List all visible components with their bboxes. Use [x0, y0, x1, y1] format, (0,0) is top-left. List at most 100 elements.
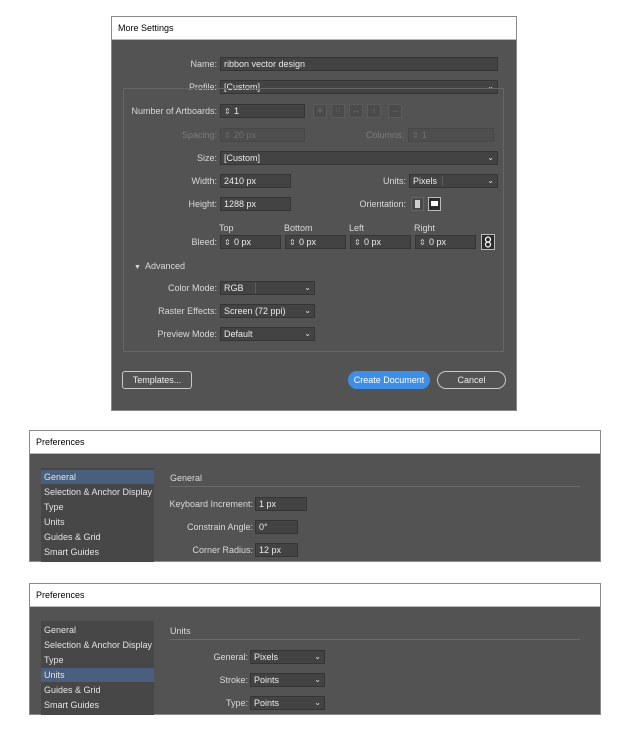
chevron-down-icon: ⌄	[487, 153, 494, 162]
units-label: Units:	[382, 176, 406, 186]
grid-by-row-icon[interactable]: ⁜	[313, 104, 327, 118]
units-general-label: General:	[213, 652, 248, 662]
chevron-down-icon: ⌄	[314, 698, 321, 707]
spinner-arrows-icon[interactable]: ⇕	[224, 106, 232, 117]
landscape-icon[interactable]	[428, 197, 441, 211]
keyboard-increment-value: 1 px	[259, 499, 277, 509]
change-layout-icon[interactable]: →	[388, 104, 402, 118]
create-document-button[interactable]: Create Document	[348, 371, 430, 389]
constrain-angle-label: Constrain Angle:	[186, 522, 253, 532]
chevron-down-icon: ⌄	[314, 675, 321, 684]
chevron-down-icon: ⌄	[314, 652, 321, 661]
bleed-top-input[interactable]: ⇕ 0 px	[220, 235, 281, 249]
preferences-units-dialog: Preferences General Selection & Anchor D…	[29, 583, 601, 715]
sidebar-item-general[interactable]: General	[41, 470, 154, 484]
chevron-down-icon: ⌄	[304, 329, 311, 338]
arrange-by-column-icon[interactable]: ↕	[367, 104, 381, 118]
artboards-value: 1	[234, 106, 240, 116]
units-select[interactable]: Pixels ⌄	[409, 174, 498, 188]
dialog-title: More Settings	[112, 17, 516, 40]
columns-input[interactable]: ⇕ 1	[408, 128, 494, 142]
raster-effects-value: Screen (72 ppi)	[224, 306, 286, 316]
constrain-angle-input[interactable]: 0°	[255, 520, 298, 534]
spinner-arrows-icon[interactable]: ⇕	[419, 237, 427, 248]
units-type-select[interactable]: Points ⌄	[250, 696, 325, 710]
corner-radius-value: 12 px	[259, 545, 282, 555]
units-stroke-label: Stroke:	[219, 675, 248, 685]
spinner-arrows-icon[interactable]: ⇕	[224, 130, 232, 141]
sidebar-item-guides-grid[interactable]: Guides & Grid	[41, 530, 154, 544]
preferences-title: Preferences	[30, 431, 600, 454]
size-select[interactable]: [Custom] ⌄	[220, 151, 498, 165]
color-mode-label: Color Mode:	[167, 283, 217, 293]
arrange-by-row-icon[interactable]: ↔	[349, 104, 363, 118]
corner-radius-input[interactable]: 12 px	[255, 543, 298, 557]
raster-effects-label: Raster Effects:	[158, 306, 217, 316]
spinner-arrows-icon[interactable]: ⇕	[354, 237, 362, 248]
size-label: Size:	[196, 153, 217, 163]
units-stroke-select[interactable]: Points ⌄	[250, 673, 325, 687]
templates-button[interactable]: Templates...	[122, 371, 192, 389]
name-input[interactable]: ribbon vector design	[220, 57, 498, 71]
spinner-arrows-icon[interactable]: ⇕	[289, 237, 297, 248]
bleed-bottom-input[interactable]: ⇕ 0 px	[285, 235, 346, 249]
name-label: Name:	[190, 59, 217, 69]
keyboard-increment-input[interactable]: 1 px	[255, 497, 307, 511]
color-mode-select[interactable]: RGB ⌄	[220, 281, 315, 295]
raster-effects-select[interactable]: Screen (72 ppi) ⌄	[220, 304, 315, 318]
section-title: General	[170, 473, 203, 483]
spacing-value: 20 px	[234, 130, 257, 140]
chevron-down-icon: ⌄	[304, 306, 311, 315]
section-divider	[170, 486, 580, 487]
sidebar-item-smart-guides[interactable]: Smart Guides	[41, 698, 154, 712]
preview-mode-select[interactable]: Default ⌄	[220, 327, 315, 341]
width-value: 2410 px	[224, 176, 257, 186]
sidebar-item-selection-anchor[interactable]: Selection & Anchor Display	[41, 638, 154, 652]
preferences-sidebar: General Selection & Anchor Display Type …	[41, 621, 154, 715]
link-icon[interactable]	[481, 234, 495, 250]
height-input[interactable]: 1288 px	[220, 197, 291, 211]
width-label: Width:	[191, 176, 217, 186]
sidebar-item-general[interactable]: General	[41, 623, 154, 637]
units-general-value: Pixels	[254, 652, 279, 662]
bleed-top-label: Top	[219, 223, 234, 233]
sidebar-item-type[interactable]: Type	[41, 653, 154, 667]
bleed-left-label: Left	[349, 223, 365, 233]
corner-radius-label: Corner Radius:	[192, 545, 253, 555]
grid-by-column-icon[interactable]: ⁙	[331, 104, 345, 118]
section-title: Units	[170, 626, 191, 636]
portrait-icon[interactable]	[411, 197, 424, 211]
sidebar-item-selection-anchor[interactable]: Selection & Anchor Display	[41, 485, 154, 499]
spinner-arrows-icon[interactable]: ⇕	[224, 237, 232, 248]
bleed-left-input[interactable]: ⇕ 0 px	[350, 235, 411, 249]
spinner-arrows-icon[interactable]: ⇕	[412, 130, 420, 141]
advanced-toggle[interactable]: ▼ Advanced	[134, 259, 185, 275]
triangle-down-icon: ▼	[134, 264, 141, 271]
bleed-right-value: 0 px	[429, 237, 447, 247]
preferences-sidebar: General Selection & Anchor Display Type …	[41, 468, 154, 562]
size-value: [Custom]	[224, 153, 261, 163]
width-input[interactable]: 2410 px	[220, 174, 291, 188]
bleed-left-value: 0 px	[364, 237, 382, 247]
spacing-label: Spacing:	[181, 130, 217, 140]
artboards-input[interactable]: ⇕ 1	[220, 104, 305, 118]
sidebar-item-type[interactable]: Type	[41, 500, 154, 514]
units-general-select[interactable]: Pixels ⌄	[250, 650, 325, 664]
artboards-label: Number of Artboards:	[131, 106, 217, 116]
sidebar-item-units[interactable]: Units	[41, 515, 154, 529]
height-label: Height:	[188, 199, 217, 209]
section-divider	[170, 639, 580, 640]
constrain-angle-value: 0°	[259, 522, 268, 532]
bleed-bottom-value: 0 px	[299, 237, 317, 247]
units-stroke-value: Points	[254, 675, 280, 685]
sidebar-item-smart-guides[interactable]: Smart Guides	[41, 545, 154, 559]
units-type-value: Points	[254, 698, 280, 708]
bleed-right-input[interactable]: ⇕ 0 px	[415, 235, 476, 249]
bleed-right-label: Right	[414, 223, 436, 233]
sidebar-item-units[interactable]: Units	[41, 668, 154, 682]
cancel-button[interactable]: Cancel	[437, 371, 506, 389]
preferences-general-dialog: Preferences General Selection & Anchor D…	[29, 430, 601, 562]
units-type-label: Type:	[225, 698, 248, 708]
sidebar-item-guides-grid[interactable]: Guides & Grid	[41, 683, 154, 697]
spacing-input[interactable]: ⇕ 20 px	[220, 128, 305, 142]
